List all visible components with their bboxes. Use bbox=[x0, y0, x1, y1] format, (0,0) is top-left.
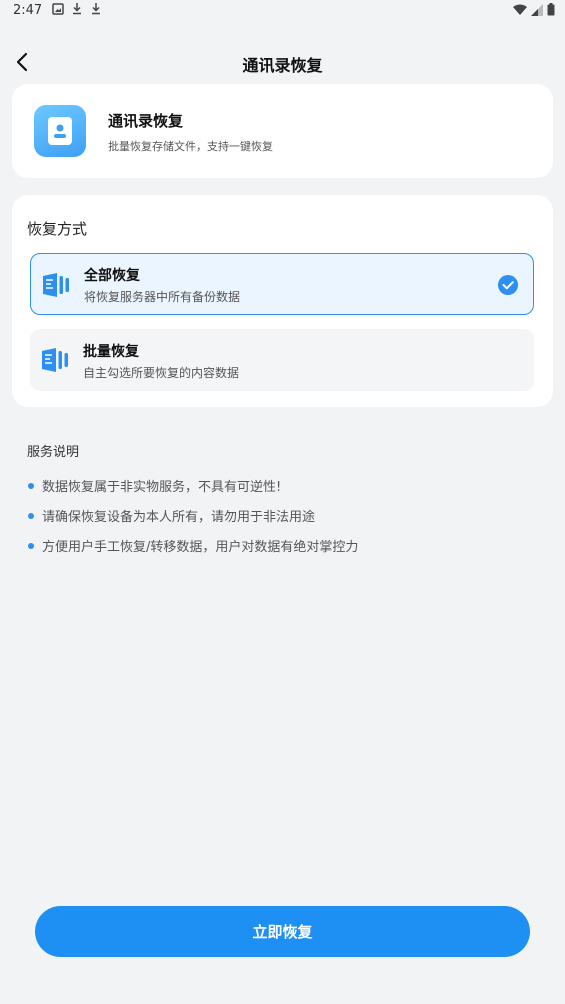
recover-now-button[interactable]: 立即恢复 bbox=[35, 906, 530, 957]
status-time: 2:47 bbox=[13, 3, 43, 18]
option-batch-recovery[interactable]: 批量恢复 自主勾选所要恢复的内容数据 bbox=[30, 329, 534, 391]
note-text: 方便用户手工恢复/转移数据，用户对数据有绝对掌控力 bbox=[42, 540, 359, 555]
wifi-icon bbox=[513, 4, 527, 15]
option-full-recovery[interactable]: 全部恢复 将恢复服务器中所有备份数据 bbox=[30, 253, 534, 315]
download-icon bbox=[92, 3, 100, 15]
status-system-icons bbox=[513, 3, 555, 16]
note-item: 数据恢复属于非实物服务，不具有可逆性! bbox=[28, 476, 281, 495]
note-item: 请确保恢复设备为本人所有，请勿用于非法用途 bbox=[28, 506, 315, 525]
signal-icon bbox=[531, 3, 543, 16]
bullet-dot bbox=[28, 512, 34, 519]
image-notification-icon bbox=[52, 2, 64, 15]
recovery-method-card: 恢复方式 全部恢复 将恢复服务器中所有备份数据 批量恢复 自主勾选所要恢复的内容… bbox=[12, 195, 553, 407]
option-subtitle: 将恢复服务器中所有备份数据 bbox=[84, 290, 241, 304]
header-subtitle: 批量恢复存储文件，支持一键恢复 bbox=[108, 140, 273, 153]
restore-icon bbox=[42, 348, 68, 372]
status-bar: 2:47 bbox=[0, 0, 565, 24]
header-title: 通讯录恢复 bbox=[108, 112, 184, 130]
nav-bar: 通讯录恢复 bbox=[0, 42, 565, 82]
page-title: 通讯录恢复 bbox=[242, 56, 323, 75]
download-icon bbox=[73, 3, 81, 15]
option-title: 批量恢复 bbox=[83, 344, 139, 360]
checkmark-icon bbox=[498, 275, 518, 295]
restore-icon bbox=[43, 273, 69, 297]
option-title: 全部恢复 bbox=[84, 268, 140, 284]
bullet-dot bbox=[28, 542, 34, 549]
status-notification-icons bbox=[52, 2, 102, 15]
note-text: 数据恢复属于非实物服务，不具有可逆性! bbox=[42, 480, 282, 495]
note-item: 方便用户手工恢复/转移数据，用户对数据有绝对掌控力 bbox=[28, 536, 358, 555]
bullet-dot bbox=[28, 482, 34, 489]
section-title: 恢复方式 bbox=[27, 220, 88, 238]
header-card: 通讯录恢复 批量恢复存储文件，支持一键恢复 bbox=[12, 84, 553, 178]
service-notes-title: 服务说明 bbox=[27, 445, 80, 460]
note-text: 请确保恢复设备为本人所有，请勿用于非法用途 bbox=[42, 510, 316, 525]
option-subtitle: 自主勾选所要恢复的内容数据 bbox=[83, 366, 240, 380]
battery-icon bbox=[547, 3, 555, 16]
contacts-book-icon bbox=[34, 105, 86, 157]
